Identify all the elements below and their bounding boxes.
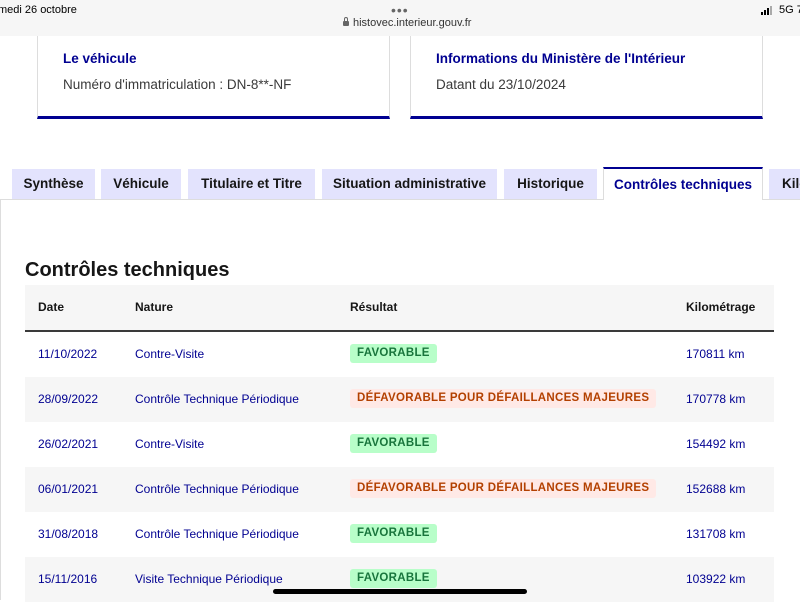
row-date: 11/10/2022 [38,347,98,361]
data-date: Datant du 23/10/2024 [436,77,566,92]
tab-historique[interactable]: Historique [504,169,597,199]
table-row: 15/11/2016 Visite Technique Périodique F… [25,557,774,602]
vehicle-card-title: Le véhicule [63,51,137,66]
row-nature: Contre-Visite [135,437,205,451]
row-date: 31/08/2018 [38,527,99,541]
row-km: 103922 km [686,572,746,586]
result-badge: FAVORABLE [350,524,437,543]
tab-kilometrage[interactable]: Kilométrage [769,169,800,199]
ministry-card-title: Informations du Ministère de l'Intérieur [436,51,686,66]
result-badge: FAVORABLE [350,569,437,588]
more-options-icon[interactable]: ••• [391,2,409,18]
address-bar[interactable]: histovec.interieur.gouv.fr [343,17,471,29]
address-url: histovec.interieur.gouv.fr [353,17,472,29]
home-indicator[interactable] [273,589,527,594]
tab-titulaire-titre[interactable]: Titulaire et Titre [188,169,315,199]
row-km: 170778 km [686,392,746,406]
row-date: 26/02/2021 [38,437,99,451]
row-km: 131708 km [686,527,746,541]
row-km: 152688 km [686,482,746,496]
row-date: 06/01/2021 [38,482,99,496]
header-result: Résultat [350,300,398,314]
network-indicator: 5G 7 [779,4,800,16]
status-date: medi 26 octobre [0,4,77,16]
tab-controles-techniques[interactable]: Contrôles techniques [603,167,763,200]
tab-situation-administrative[interactable]: Situation administrative [322,169,497,199]
table-row: 26/02/2021 Contre-Visite FAVORABLE 15449… [25,422,774,467]
inspections-table: Date Nature Résultat Kilométrage 11/10/2… [25,285,774,602]
table-row: 11/10/2022 Contre-Visite FAVORABLE 17081… [25,332,774,377]
registration-number: Numéro d'immatriculation : DN-8**-NF [63,77,292,92]
table-row: 31/08/2018 Contrôle Technique Périodique… [25,512,774,557]
lock-icon [343,17,349,26]
row-date: 28/09/2022 [38,392,99,406]
row-nature: Visite Technique Périodique [135,572,283,586]
row-km: 170811 km [686,347,745,361]
header-km: Kilométrage [686,300,756,314]
header-date: Date [38,300,65,314]
ministry-card: Informations du Ministère de l'Intérieur… [410,36,763,119]
header-nature: Nature [135,300,174,314]
row-nature: Contrôle Technique Périodique [135,482,299,496]
result-badge: FAVORABLE [350,434,437,453]
vehicle-card: Le véhicule Numéro d'immatriculation : D… [37,36,390,119]
row-km: 154492 km [686,437,746,451]
result-badge: DÉFAVORABLE POUR DÉFAILLANCES MAJEURES [350,479,657,498]
table-row: 28/09/2022 Contrôle Technique Périodique… [25,377,774,422]
tab-vehicule[interactable]: Véhicule [101,169,181,199]
section-title: Contrôles techniques [25,259,230,281]
row-date: 15/11/2016 [38,572,98,586]
result-badge: FAVORABLE [350,344,437,363]
tab-synthese[interactable]: Synthèse [12,169,95,199]
row-nature: Contrôle Technique Périodique [135,527,299,541]
panel-border [0,199,1,600]
result-badge: DÉFAVORABLE POUR DÉFAILLANCES MAJEURES [350,389,657,408]
signal-icon [761,6,775,15]
row-nature: Contrôle Technique Périodique [135,392,299,406]
table-row: 06/01/2021 Contrôle Technique Périodique… [25,467,774,512]
table-header: Date Nature Résultat Kilométrage [25,285,774,332]
status-bar: medi 26 octobre ••• histovec.interieur.g… [0,0,800,36]
row-nature: Contre-Visite [135,347,205,361]
